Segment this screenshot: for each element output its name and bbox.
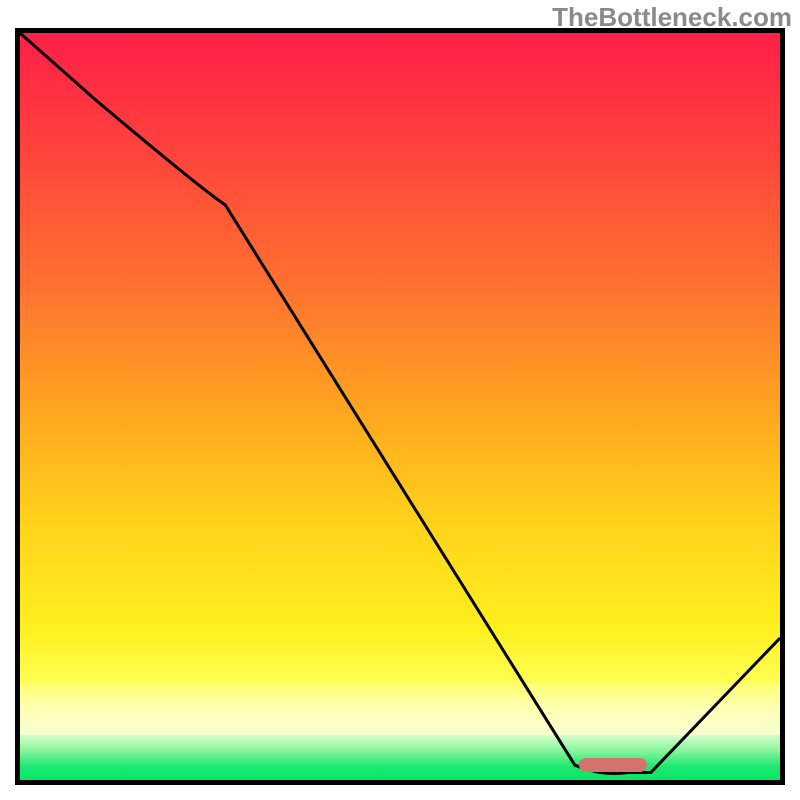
- bottleneck-curve: [20, 33, 780, 780]
- bottleneck-curve-path: [20, 33, 780, 773]
- optimal-range-marker: [579, 758, 647, 772]
- chart-frame: [15, 28, 785, 785]
